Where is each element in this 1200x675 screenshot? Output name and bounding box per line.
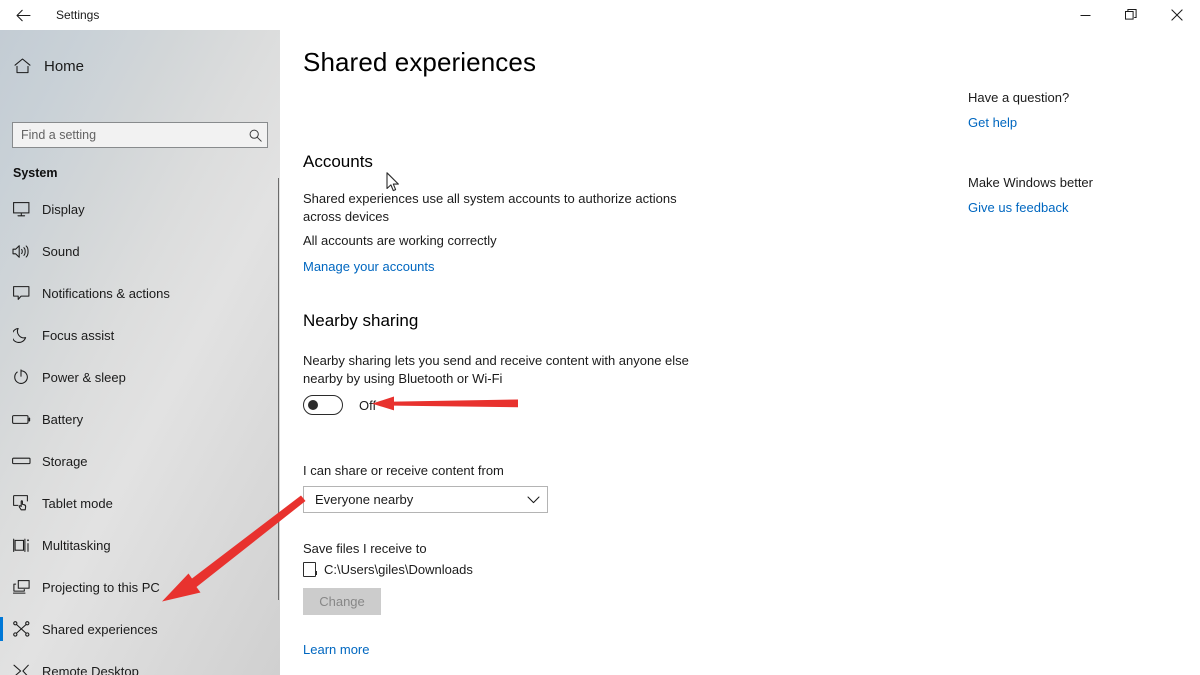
folder-icon (303, 562, 317, 577)
selection-indicator (0, 281, 3, 305)
selection-indicator (0, 575, 3, 599)
content-scrollbar[interactable] (278, 178, 279, 600)
selection-indicator (0, 323, 3, 347)
sidebar-item-label: Shared experiences (42, 621, 158, 637)
learn-more-link[interactable]: Learn more (303, 642, 369, 657)
sidebar: Home System (0, 30, 280, 675)
close-icon (1171, 9, 1183, 21)
tablet-icon (0, 495, 42, 511)
have-a-question-heading: Have a question? (968, 90, 1070, 105)
save-path-value: C:\Users\giles\Downloads (324, 562, 473, 577)
nearby-sharing-toggle-label: Off (359, 397, 377, 413)
sidebar-group-label: System (13, 166, 58, 180)
projecting-icon (0, 579, 42, 595)
window-title: Settings (56, 8, 100, 22)
selection-indicator (0, 533, 3, 557)
share-from-label: I can share or receive content from (303, 463, 504, 478)
sidebar-item-label: Tablet mode (42, 495, 113, 511)
nearby-sharing-description: Nearby sharing lets you send and receive… (303, 353, 689, 386)
power-icon (0, 369, 42, 385)
accounts-status: All accounts are working correctly (303, 233, 497, 248)
sidebar-item-tablet-mode[interactable]: Tablet mode (0, 482, 280, 524)
home-icon (0, 58, 44, 74)
sidebar-item-storage[interactable]: Storage (0, 440, 280, 482)
back-arrow-icon (15, 9, 31, 21)
sidebar-item-multitasking[interactable]: Multitasking (0, 524, 280, 566)
sidebar-item-notifications[interactable]: Notifications & actions (0, 272, 280, 314)
notification-icon (0, 285, 42, 301)
sidebar-item-projecting[interactable]: Projecting to this PC (0, 566, 280, 608)
sidebar-item-label: Display (42, 201, 85, 217)
sidebar-item-label: Notifications & actions (42, 285, 170, 301)
nearby-sharing-toggle[interactable] (303, 395, 343, 415)
change-button[interactable]: Change (303, 588, 381, 615)
sidebar-item-home[interactable]: Home (0, 49, 280, 83)
window-controls (1062, 0, 1200, 30)
selection-indicator (0, 659, 3, 675)
page-title: Shared experiences (303, 47, 537, 77)
sidebar-item-sound[interactable]: Sound (0, 230, 280, 272)
sidebar-item-battery[interactable]: Battery (0, 398, 280, 440)
back-button[interactable] (0, 0, 46, 30)
sidebar-nav-list: Display Sound Notifications & actions Fo… (0, 188, 280, 675)
selection-indicator (0, 617, 3, 641)
search-icon (243, 129, 267, 142)
search-input[interactable] (13, 128, 243, 142)
sidebar-item-label: Multitasking (42, 537, 111, 553)
selection-indicator (0, 197, 3, 221)
sidebar-item-focus-assist[interactable]: Focus assist (0, 314, 280, 356)
sidebar-item-label: Power & sleep (42, 369, 126, 385)
settings-window: Settings Home Find a setting System Disp… (0, 0, 1200, 675)
selection-indicator (0, 239, 3, 263)
minimize-icon (1080, 14, 1090, 16)
minimize-button[interactable] (1062, 0, 1108, 30)
get-help-link[interactable]: Get help (968, 115, 1017, 130)
accounts-heading: Accounts (303, 152, 373, 171)
manage-your-accounts-link[interactable]: Manage your accounts (303, 259, 435, 274)
sidebar-home-label: Home (44, 57, 85, 75)
toggle-knob (308, 400, 318, 410)
give-us-feedback-link[interactable]: Give us feedback (968, 200, 1068, 215)
title-bar: Settings (0, 0, 1200, 30)
accounts-description: Shared experiences use all system accoun… (303, 191, 677, 224)
restore-button[interactable] (1108, 0, 1154, 30)
speaker-icon (0, 244, 42, 259)
main-content: Shared experiences Accounts Shared exper… (280, 30, 1200, 675)
shared-nodes-icon (0, 621, 42, 637)
close-button[interactable] (1154, 0, 1200, 30)
selection-indicator (0, 491, 3, 515)
remote-desktop-icon (0, 664, 42, 675)
restore-icon (1125, 9, 1137, 20)
battery-icon (0, 414, 42, 425)
share-from-dropdown[interactable]: Everyone nearby (303, 486, 548, 513)
search-box[interactable] (12, 122, 268, 148)
selection-indicator (0, 407, 3, 431)
make-windows-better-heading: Make Windows better (968, 175, 1093, 190)
monitor-icon (0, 201, 42, 217)
sidebar-item-label: Storage (42, 453, 88, 469)
sidebar-item-display[interactable]: Display (0, 188, 280, 230)
sidebar-item-label: Projecting to this PC (42, 579, 160, 595)
sidebar-item-label: Remote Desktop (42, 663, 139, 675)
moon-icon (0, 327, 42, 343)
selection-indicator (0, 449, 3, 473)
sidebar-item-power-sleep[interactable]: Power & sleep (0, 356, 280, 398)
sidebar-item-label: Battery (42, 411, 84, 427)
sidebar-item-shared-experiences[interactable]: Shared experiences (0, 608, 280, 650)
multitasking-icon (0, 538, 42, 553)
selection-indicator (0, 365, 3, 389)
sidebar-item-remote-desktop[interactable]: Remote Desktop (0, 650, 280, 675)
save-files-label: Save files I receive to (303, 541, 427, 556)
save-path-row: C:\Users\giles\Downloads (303, 562, 473, 577)
sidebar-item-label: Sound (42, 243, 80, 259)
nearby-sharing-toggle-row: Off (303, 395, 376, 415)
sidebar-item-label: Focus assist (42, 327, 115, 343)
chevron-down-icon (519, 495, 547, 504)
nearby-sharing-heading: Nearby sharing (303, 311, 419, 330)
storage-icon (0, 456, 42, 466)
share-from-value: Everyone nearby (315, 492, 414, 507)
